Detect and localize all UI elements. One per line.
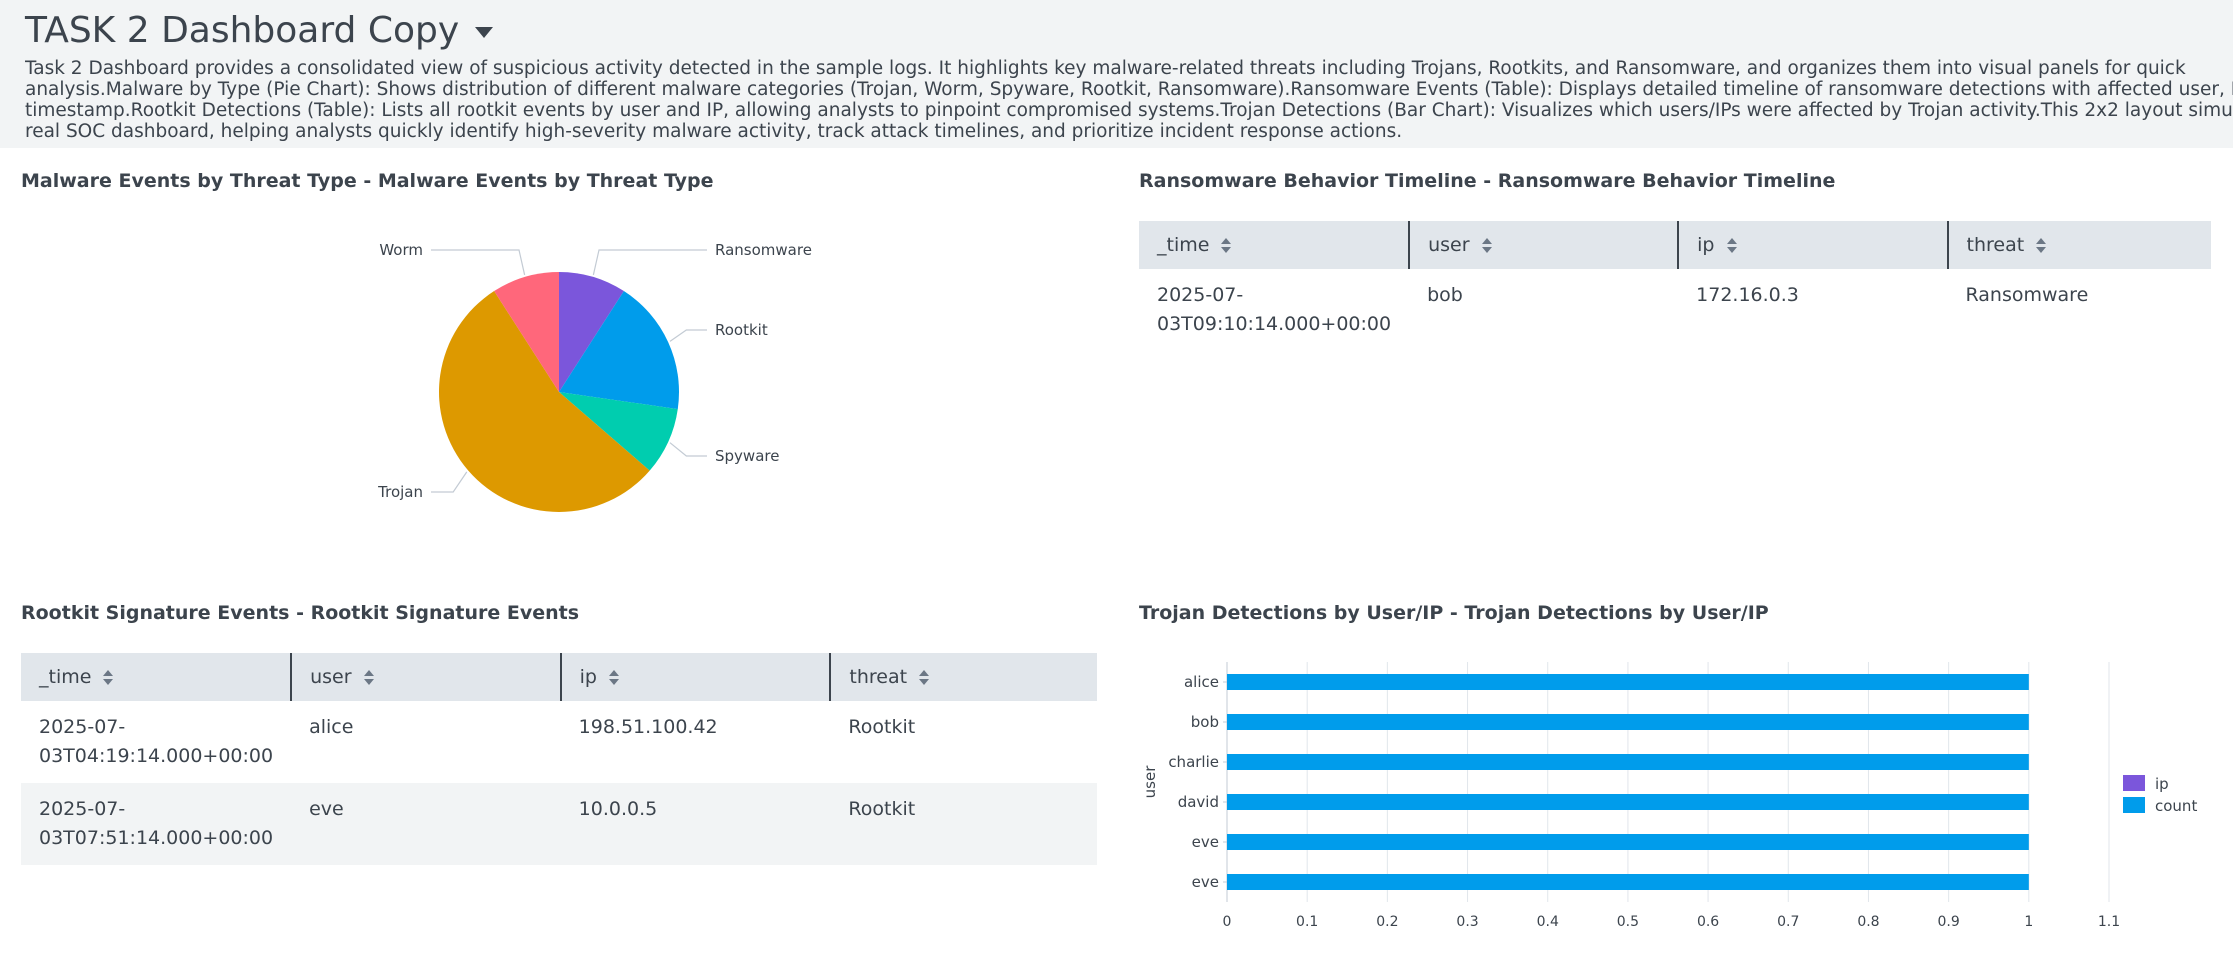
legend-label-count[interactable]: count (2155, 797, 2197, 815)
pie-leader-line (592, 249, 707, 276)
bar-count[interactable] (1227, 874, 2029, 890)
x-tick-label: 0.5 (1617, 914, 1639, 930)
legend-swatch-ip (2123, 775, 2145, 791)
dashboard-header: TASK 2 Dashboard Copy Task 2 Dashboard p… (0, 0, 2233, 148)
y-tick-label: charlie (1168, 753, 1219, 771)
x-tick-label: 0.9 (1938, 914, 1960, 930)
pie-label-trojan: Trojan (377, 483, 423, 501)
table-cell-ip: 10.0.0.5 (560, 783, 831, 865)
dashboard-description: Task 2 Dashboard provides a consolidated… (25, 58, 2233, 142)
bar-count[interactable] (1227, 714, 2029, 730)
column-header-ip[interactable]: ip (560, 653, 832, 701)
table-cell-user: eve (291, 783, 561, 865)
x-tick-label: 1.1 (2098, 914, 2120, 930)
description-line: analysis.Malware by Type (Pie Chart): Sh… (25, 79, 2233, 100)
table-cell-threat: Rootkit (848, 716, 916, 738)
y-tick-label: eve (1192, 833, 1219, 851)
column-header-label: _time (39, 666, 92, 688)
sort-icon[interactable] (1481, 237, 1492, 255)
sort-icon[interactable] (919, 669, 930, 687)
column-header-user[interactable]: user (1409, 221, 1680, 269)
table-cell-ip: 198.51.100.42 (578, 716, 718, 738)
table-header-row: _time user ip threat (1139, 221, 2211, 269)
y-tick-label: alice (1184, 673, 1219, 691)
pie-leader-line (669, 442, 707, 457)
pie-label-worm: Worm (379, 241, 423, 259)
column-header-label: _time (1157, 234, 1210, 256)
table-row: 2025-07- 03T04:19:14.000+00:00 alice 198.51… (21, 701, 1097, 783)
pie-label-rootkit: Rootkit (715, 321, 768, 339)
column-header-threat[interactable]: threat (830, 653, 1097, 701)
table-cell-time: 2025-07- 03T04:19:14.000+00:00 (39, 716, 274, 767)
table-cell-user: bob (1427, 284, 1463, 306)
bar-count[interactable] (1227, 754, 2029, 770)
y-axis-label: user (1141, 765, 1159, 799)
x-tick-label: 0.3 (1456, 914, 1478, 930)
title-row: TASK 2 Dashboard Copy (25, 10, 494, 51)
rootkit-panel-title: Rootkit Signature Events - Rootkit Signa… (21, 602, 580, 624)
column-header-label: ip (579, 666, 597, 688)
description-line: real SOC dashboard, helping analysts qui… (25, 121, 1403, 142)
sort-icon[interactable] (608, 669, 619, 687)
sort-icon[interactable] (363, 669, 374, 687)
y-tick-label: bob (1191, 713, 1219, 731)
x-tick-label: 0.8 (1857, 914, 1879, 930)
column-header-user[interactable]: user (291, 653, 562, 701)
bar-count[interactable] (1227, 834, 2029, 850)
trojan-bar-chart: 0 0.1 0.2 0.3 0.4 0.5 0.6 0.7 0.8 0.9 1 1.1 user alic… (1141, 662, 2197, 930)
column-header-label: user (310, 666, 352, 688)
sort-icon[interactable] (1221, 237, 1232, 255)
y-tick-label: david (1178, 793, 1219, 811)
table-header-row: _time user ip threat (21, 653, 1097, 701)
trojan-panel-title: Trojan Detections by User/IP - Trojan De… (1139, 602, 1769, 624)
sort-icon[interactable] (2036, 237, 2047, 255)
column-header-time[interactable]: _time (21, 653, 293, 701)
column-header-time[interactable]: _time (1139, 221, 1411, 269)
sort-icon[interactable] (103, 669, 114, 687)
table-cell-ip: 172.16.0.3 (1696, 284, 1799, 306)
pie-panel-title: Malware Events by Threat Type - Malware … (21, 170, 714, 192)
description-line: timestamp.Rootkit Detections (Table): Li… (25, 100, 2233, 121)
table-cell-time: 2025-07- 03T07:51:14.000+00:00 (21, 783, 292, 865)
column-header-threat[interactable]: threat (1947, 221, 2211, 269)
dashboard-title: TASK 2 Dashboard Copy (25, 10, 460, 51)
x-tick-label: 0.2 (1376, 914, 1398, 930)
table-cell-time: 2025-07- 03T09:10:14.000+00:00 (1157, 284, 1392, 335)
pie-leader-line (431, 249, 526, 276)
table-row: 2025-07- 03T09:10:14.000+00:00 bob 172.16.0… (1139, 269, 2211, 351)
bar-count[interactable] (1227, 674, 2029, 690)
column-header-label: ip (1697, 234, 1715, 256)
x-tick-label: 0.7 (1777, 914, 1799, 930)
ransomware-panel-title: Ransomware Behavior Timeline - Ransomwar… (1139, 170, 1836, 192)
sort-icon[interactable] (1726, 237, 1737, 255)
column-header-label: user (1428, 234, 1470, 256)
x-tick-label: 0 (1223, 914, 1232, 930)
table-cell-threat: Rootkit (830, 783, 1097, 865)
legend-swatch-count (2123, 797, 2145, 813)
column-header-ip[interactable]: ip (1678, 221, 1949, 269)
ransomware-table: _time user ip threat 2025-07- 03T09:10:14.00… (1139, 221, 2211, 351)
column-header-label: threat (849, 666, 908, 688)
pie-leader-line (669, 329, 707, 342)
rootkit-table: _time user ip threat 2025-07- 03T04:19:14.00… (21, 653, 1097, 865)
y-tick-label: eve (1192, 873, 1219, 891)
x-tick-label: 0.4 (1537, 914, 1559, 930)
pie-label-ransomware: Ransomware (715, 241, 812, 259)
column-header-label: threat (1966, 234, 2025, 256)
x-tick-label: 0.1 (1296, 914, 1318, 930)
x-tick-label: 1 (2024, 914, 2033, 930)
pie-leader-line (431, 471, 468, 493)
legend-label-ip[interactable]: ip (2155, 775, 2169, 793)
chevron-down-icon[interactable] (475, 27, 494, 38)
pie-label-spyware: Spyware (715, 447, 779, 465)
table-cell-user: alice (309, 716, 354, 738)
x-tick-label: 0.6 (1697, 914, 1719, 930)
bar-count[interactable] (1227, 794, 2029, 810)
malware-pie-chart: Ransomware Rootkit Spyware Trojan Worm (377, 241, 812, 512)
table-cell-threat: Ransomware (1965, 284, 2089, 306)
table-row: 2025-07- 03T07:51:14.000+00:00 eve 10.0.0.5… (21, 783, 1097, 865)
description-line: Task 2 Dashboard provides a consolidated… (25, 58, 2186, 79)
